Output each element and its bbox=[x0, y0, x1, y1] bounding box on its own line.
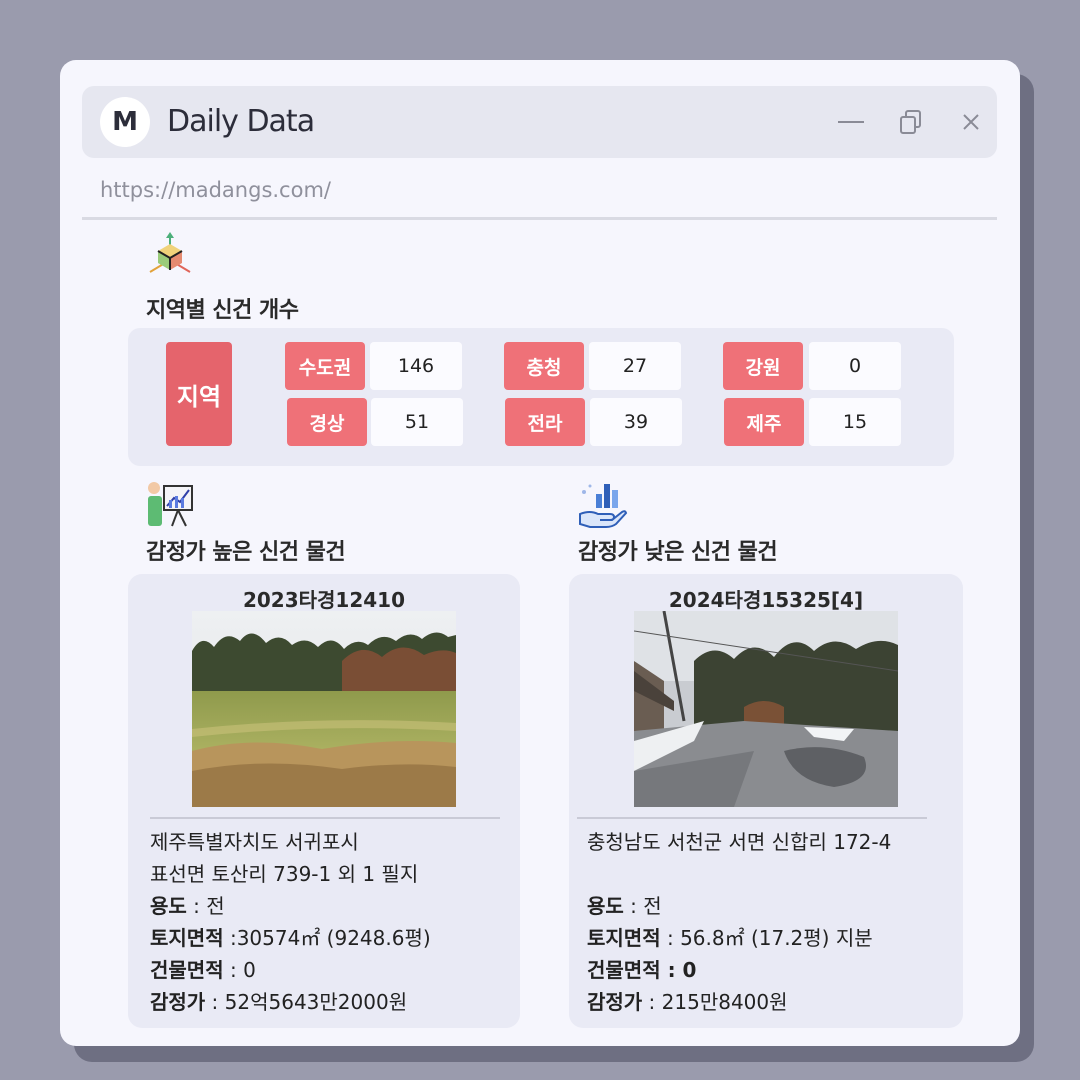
high-section-title: 감정가 높은 신건 물건 bbox=[146, 540, 346, 565]
card-divider bbox=[150, 817, 500, 819]
page-url[interactable]: https://madangs.com/ bbox=[100, 178, 331, 202]
land-area-value: : 56.8㎡ (17.2평) 지분 bbox=[660, 926, 873, 950]
low-section-title: 감정가 낮은 신건 물건 bbox=[578, 540, 778, 565]
case-number: 2023타경12410 bbox=[242, 588, 406, 612]
header-divider bbox=[82, 217, 997, 220]
property-info: 충청남도 서천군 서면 신합리 172-4 용도 : 전 토지면적 : 56.8… bbox=[587, 826, 891, 1018]
building-area-value: : 0 bbox=[660, 958, 697, 982]
cube-arrows-icon bbox=[149, 232, 191, 273]
address-line: 표선면 토산리 739-1 외 1 필지 bbox=[150, 862, 419, 886]
close-icon bbox=[963, 114, 979, 130]
region-count: 51 bbox=[371, 398, 463, 446]
building-area-row: 건물면적 : 0 bbox=[150, 954, 431, 986]
appraisal-label: 감정가 bbox=[587, 990, 643, 1014]
copy-icon bbox=[900, 110, 921, 134]
region-tag: 제주 bbox=[724, 398, 804, 446]
case-number: 2024타경15325[4] bbox=[668, 588, 864, 612]
region-tag: 수도권 bbox=[285, 342, 365, 390]
building-area-label: 건물면적 bbox=[150, 958, 224, 982]
property-info: 제주특별자치도 서귀포시 표선면 토산리 739-1 외 1 필지 용도 : 전… bbox=[150, 826, 431, 1018]
appraisal-row: 감정가 : 215만8400원 bbox=[587, 986, 891, 1018]
high-property-card[interactable]: 2023타경12410 제주특별자치도 서귀포시 표선면 토산리 739-1 외… bbox=[128, 574, 520, 1028]
building-area-row: 건물면적 : 0 bbox=[587, 954, 891, 986]
region-section-title: 지역별 신건 개수 bbox=[146, 298, 299, 323]
appraisal-row: 감정가 : 52억5643만2000원 bbox=[150, 986, 431, 1018]
building-area-label: 건물면적 bbox=[587, 958, 661, 982]
land-area-label: 토지면적 bbox=[150, 926, 224, 950]
appraisal-value: : 52억5643만2000원 bbox=[205, 990, 408, 1014]
appraisal-value: : 215만8400원 bbox=[642, 990, 788, 1014]
region-count: 146 bbox=[370, 342, 462, 390]
region-main-label: 지역 bbox=[166, 342, 232, 446]
app-title: Daily Data bbox=[167, 104, 315, 139]
region-tag: 전라 bbox=[505, 398, 585, 446]
usage-label: 용도 bbox=[150, 894, 187, 918]
region-panel: 지역 수도권 146 충청 27 강원 0 경상 51 전라 39 제주 15 bbox=[128, 328, 954, 466]
region-count: 39 bbox=[590, 398, 682, 446]
land-area-row: 토지면적 :30574㎡ (9248.6평) bbox=[150, 922, 431, 954]
land-area-value: :30574㎡ (9248.6평) bbox=[223, 926, 431, 950]
usage-value: : 전 bbox=[186, 894, 225, 918]
low-property-card[interactable]: 2024타경15325[4] 충청남도 서천군 서면 신합리 172-4 용도 … bbox=[569, 574, 963, 1028]
property-photo bbox=[634, 611, 898, 807]
region-count: 27 bbox=[589, 342, 681, 390]
minimize-icon bbox=[838, 121, 864, 123]
building-area-value: : 0 bbox=[223, 958, 256, 982]
address-line bbox=[587, 858, 891, 890]
region-tag: 강원 bbox=[723, 342, 803, 390]
appraisal-label: 감정가 bbox=[150, 990, 206, 1014]
region-tag: 충청 bbox=[504, 342, 584, 390]
usage-label: 용도 bbox=[587, 894, 624, 918]
address-line: 충청남도 서천군 서면 신합리 172-4 bbox=[587, 830, 892, 854]
hand-chart-icon bbox=[579, 484, 628, 528]
title-bar: M Daily Data bbox=[82, 86, 997, 158]
card-divider bbox=[577, 817, 927, 819]
address-line: 제주특별자치도 서귀포시 bbox=[150, 830, 359, 854]
land-area-label: 토지면적 bbox=[587, 926, 661, 950]
presentation-chart-icon bbox=[148, 482, 193, 527]
region-tag: 경상 bbox=[287, 398, 367, 446]
region-count: 15 bbox=[809, 398, 901, 446]
app-window: M Daily Data https://madangs.com/ 지역별 신건… bbox=[60, 60, 1020, 1046]
minimize-button[interactable] bbox=[834, 104, 868, 140]
usage-value: : 전 bbox=[623, 894, 662, 918]
usage-row: 용도 : 전 bbox=[150, 890, 431, 922]
close-button[interactable] bbox=[954, 104, 988, 140]
app-logo: M bbox=[100, 97, 150, 147]
copy-button[interactable] bbox=[894, 104, 928, 140]
property-photo bbox=[192, 611, 456, 807]
land-area-row: 토지면적 : 56.8㎡ (17.2평) 지분 bbox=[587, 922, 891, 954]
usage-row: 용도 : 전 bbox=[587, 890, 891, 922]
region-count: 0 bbox=[809, 342, 901, 390]
